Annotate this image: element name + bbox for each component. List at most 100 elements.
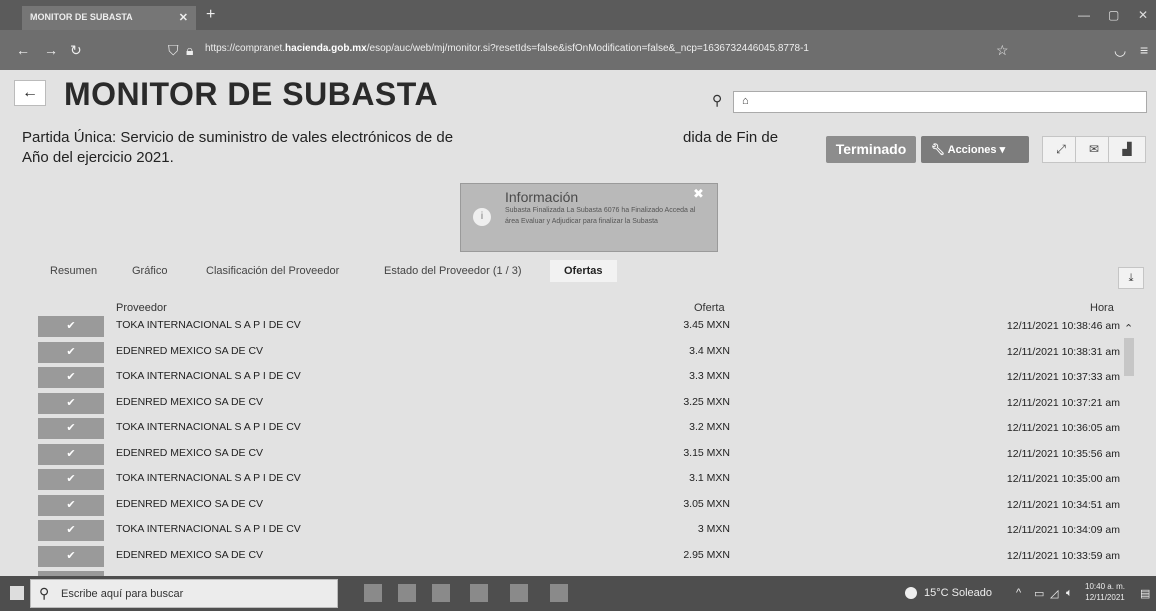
file-explorer-icon[interactable] (398, 584, 416, 602)
close-window-icon[interactable]: ✕ (1138, 8, 1148, 22)
table-row[interactable]: ✔ TOKA INTERNACIONAL S A P I DE CV 3.1 MXN… (36, 467, 1126, 490)
tab-ofertas[interactable]: Ofertas (550, 260, 617, 282)
shield-icon[interactable]: ⛉ (168, 42, 179, 59)
subject-line1-tail: dida de Fin de (683, 129, 779, 146)
browser-navbar: ← → ↻ ⛉ 🔒︎ https://compranet.hacienda.go… (0, 30, 1156, 70)
actions-label: Acciones (947, 144, 997, 156)
accept-check-button[interactable]: ✔ (38, 418, 104, 439)
proveedor-cell: TOKA INTERNACIONAL S A P I DE CV (116, 370, 301, 382)
menu-icon[interactable]: ≡ (1140, 42, 1148, 58)
accept-check-button[interactable]: ✔ (38, 520, 104, 541)
address-bar[interactable]: https://compranet.hacienda.gob.mx/esop/a… (205, 43, 985, 59)
search-box-icon: ⌂ (742, 95, 749, 107)
table-row[interactable]: ✔ EDENRED MEXICO SA DE CV 3.4 MXN 12/11/202… (36, 340, 1126, 363)
url-prefix: https://compranet. (205, 43, 286, 54)
volume-icon[interactable]: 🔈︎ (1066, 587, 1073, 600)
oferta-cell: 3.25 MXN (683, 395, 730, 408)
maximize-icon[interactable]: ▢ (1108, 8, 1119, 22)
scroll-up-icon[interactable]: ⌃ (1124, 322, 1133, 335)
weather-text[interactable]: 15°C Soleado (924, 587, 992, 599)
minimize-icon[interactable]: — (1078, 8, 1090, 22)
oferta-cell: 3.1 MXN (689, 472, 730, 484)
actions-button[interactable]: 🔧︎ Acciones ▾ (921, 136, 1029, 163)
accept-check-button[interactable]: ✔ (38, 545, 104, 567)
oferta-cell: 2.95 MXN (683, 548, 730, 561)
oferta-cell: 3 MXN (697, 523, 730, 535)
proveedor-cell: EDENRED MEXICO SA DE CV (116, 446, 264, 459)
proveedor-cell: TOKA INTERNACIONAL S A P I DE CV (116, 319, 301, 331)
lock-icon[interactable]: 🔒︎ (186, 42, 193, 59)
firefox-icon[interactable] (432, 584, 450, 602)
accept-check-button[interactable]: ✔ (38, 367, 104, 388)
excel-icon[interactable] (550, 584, 568, 602)
link-icon[interactable]: ⚲ (712, 92, 722, 109)
accept-check-button[interactable]: ✔ (38, 494, 104, 516)
notifications-icon[interactable]: ▤ (1140, 587, 1150, 600)
accept-check-button[interactable]: ✔ (38, 443, 104, 465)
close-icon[interactable]: ✖ (693, 186, 704, 202)
clock-date: 12/11/2021 (1085, 593, 1125, 602)
tab-estado[interactable]: Estado del Proveedor (1 / 3) (384, 260, 522, 282)
table-row[interactable]: ✔ TOKA INTERNACIONAL S A P I DE CV 3 MXN 12… (36, 518, 1126, 541)
offers-table: Proveedor Oferta Hora ✔ TOKA INTERNACIONA… (36, 298, 1144, 611)
status-badge[interactable]: Terminado (826, 136, 916, 163)
accept-check-button[interactable]: ✔ (38, 341, 104, 363)
accept-check-button[interactable]: ✔ (38, 469, 104, 490)
browser-tab[interactable]: MONITOR DE SUBASTA ✕ (22, 6, 196, 30)
oferta-cell: 3.2 MXN (689, 421, 730, 433)
forward-arrow-icon[interactable]: → (44, 42, 58, 58)
browser-tab-title: MONITOR DE SUBASTA (30, 12, 133, 22)
table-row[interactable]: ✔ EDENRED MEXICO SA DE CV 3.25 MXN 12/11/20… (36, 391, 1126, 414)
back-arrow-icon[interactable]: ← (16, 42, 30, 58)
table-row[interactable]: ✔ EDENRED MEXICO SA DE CV 3.15 MXN 12/11/20… (36, 442, 1126, 465)
hora-cell: 12/11/2021 10:38:31 am (1006, 345, 1120, 358)
weather-icon (905, 587, 917, 599)
reload-icon[interactable]: ↻ (70, 42, 82, 59)
battery-icon[interactable]: ▭ (1034, 587, 1044, 600)
hora-cell: 12/11/2021 10:35:00 am (1006, 473, 1120, 485)
wrench-icon: 🔧︎ (931, 144, 945, 156)
bookmark-star-icon[interactable]: ☆ (996, 42, 1009, 59)
accept-check-button[interactable]: ✔ (38, 316, 104, 337)
chart-icon[interactable]: ▟ (1108, 136, 1146, 163)
new-tab-icon[interactable]: + (206, 6, 215, 24)
tab-grafico[interactable]: Gráfico (132, 260, 167, 282)
hora-cell: 12/11/2021 10:36:05 am (1006, 422, 1120, 434)
page-content: ← MONITOR DE SUBASTA ⚲ ⌂ Partida Única: … (0, 70, 1156, 611)
subject-line2: Año del ejercicio 2021. (22, 149, 174, 166)
page-title: MONITOR DE SUBASTA (64, 76, 439, 112)
table-row[interactable]: ✔ TOKA INTERNACIONAL S A P I DE CV 3.45 MX… (36, 314, 1126, 337)
proveedor-cell: EDENRED MEXICO SA DE CV (116, 497, 264, 510)
search-input[interactable]: ⌂ (733, 91, 1147, 113)
tab-bar: Resumen Gráfico Clasificación del Provee… (36, 260, 636, 282)
pocket-icon[interactable]: ◡ (1114, 42, 1126, 59)
tab-close-icon[interactable]: ✕ (179, 11, 188, 24)
tab-clasificacion[interactable]: Clasificación del Proveedor (206, 260, 339, 282)
column-header-oferta[interactable]: Oferta (694, 302, 725, 314)
accept-check-button[interactable]: ✔ (38, 392, 104, 414)
taskbar-search-input[interactable]: ⚲ Escribe aquí para buscar (30, 579, 338, 608)
column-header-proveedor[interactable]: Proveedor (116, 302, 167, 314)
task-view-icon[interactable] (364, 584, 382, 602)
table-row[interactable]: ✔ EDENRED MEXICO SA DE CV 2.95 MXN 12/11/20… (36, 544, 1126, 567)
column-header-hora[interactable]: Hora (1090, 302, 1114, 314)
back-button[interactable]: ← (14, 80, 46, 106)
tray-chevron-icon[interactable]: ^ (1016, 587, 1021, 599)
download-icon[interactable]: ⤓ (1118, 267, 1144, 289)
oferta-cell: 3.45 MXN (683, 319, 730, 331)
word-icon[interactable] (470, 584, 488, 602)
taskbar-clock[interactable]: 10:40 a. m. 12/11/2021 (1085, 581, 1125, 603)
scrollbar-thumb[interactable] (1124, 338, 1134, 376)
windows-start-icon[interactable] (10, 586, 24, 600)
table-row[interactable]: ✔ TOKA INTERNACIONAL S A P I DE CV 3.3 MXN… (36, 365, 1126, 388)
oferta-cell: 3.4 MXN (689, 344, 730, 357)
hora-cell: 12/11/2021 10:33:59 am (1006, 549, 1120, 562)
url-path: /esop/auc/web/mj/monitor.si?resetIds=fal… (366, 43, 809, 54)
table-row[interactable]: ✔ EDENRED MEXICO SA DE CV 3.05 MXN 12/11/20… (36, 493, 1126, 516)
chevron-down-icon: ▾ (999, 144, 1006, 156)
table-row[interactable]: ✔ TOKA INTERNACIONAL S A P I DE CV 3.2 MXN… (36, 416, 1126, 439)
outlook-icon[interactable] (510, 584, 528, 602)
notification-title: Información (505, 189, 579, 205)
network-icon[interactable]: ◿ (1050, 587, 1058, 600)
tab-resumen[interactable]: Resumen (50, 260, 97, 282)
